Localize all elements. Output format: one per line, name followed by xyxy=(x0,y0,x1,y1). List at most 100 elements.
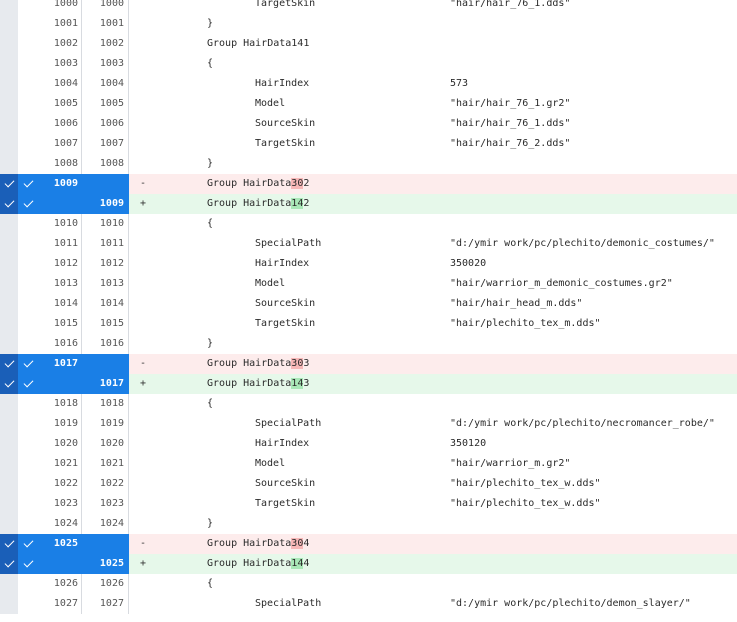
old-line-number: 1013 xyxy=(53,278,78,289)
code-text: SpecialPath xyxy=(255,598,322,609)
checkmark-icon xyxy=(4,557,14,568)
code-text: SourceSkin xyxy=(255,298,316,309)
row-select-gutter[interactable] xyxy=(0,554,18,574)
code-text-unchanged: Group HairData xyxy=(207,538,292,549)
gutter-divider xyxy=(128,354,129,374)
diff-row-context: 1018 1018 { xyxy=(0,394,737,414)
old-line-number: 1022 xyxy=(53,478,78,489)
line-check-toggle[interactable] xyxy=(18,174,38,194)
code-text: HairIndex xyxy=(255,258,310,269)
old-line-number: 1026 xyxy=(53,578,78,589)
gutter-divider xyxy=(81,574,82,594)
code-text: Group HairData143 xyxy=(207,374,309,394)
line-check-toggle[interactable] xyxy=(18,534,38,554)
code-text-unchanged: 3 xyxy=(303,358,310,369)
diff-row-added[interactable]: 1009 + Group HairData142 xyxy=(0,194,737,214)
gutter-divider xyxy=(128,514,129,534)
code-text: Group HairData304 xyxy=(207,534,309,554)
diff-row-context: 1015 1015 TargetSkin "hair/plechito_tex_m.d… xyxy=(0,314,737,334)
row-select-gutter xyxy=(0,414,18,434)
row-select-gutter xyxy=(0,254,18,274)
gutter-divider xyxy=(81,114,82,134)
new-line-number: 1007 xyxy=(99,138,124,149)
code-text-changed: 30 xyxy=(291,358,304,369)
diff-row-added[interactable]: 1017 + Group HairData143 xyxy=(0,374,737,394)
gutter-divider xyxy=(81,334,82,354)
diff-row-deleted[interactable]: 1025 - Group HairData304 xyxy=(0,534,737,554)
new-line-number xyxy=(84,174,124,194)
diff-row-context: 1002 1002 Group HairData141 xyxy=(0,34,737,54)
diff-row-context: 1001 1001} xyxy=(0,14,737,34)
row-select-gutter xyxy=(0,594,18,614)
checkmark-icon xyxy=(4,177,14,188)
new-line-number: 1014 xyxy=(99,298,124,309)
row-select-gutter xyxy=(0,34,18,54)
deletion-marker: - xyxy=(140,178,147,189)
row-select-gutter[interactable] xyxy=(0,534,18,554)
gutter-divider xyxy=(128,434,129,454)
code-text: { xyxy=(207,218,214,229)
row-select-gutter[interactable] xyxy=(0,354,18,374)
diff-row-context: 1000 1000 TargetSkin "hair/hair_76_1.dds" xyxy=(0,0,737,14)
gutter-divider xyxy=(128,594,129,614)
line-check-toggle[interactable] xyxy=(18,194,38,214)
checkmark-icon xyxy=(23,377,33,388)
code-text: } xyxy=(207,518,214,529)
old-line-number: 1019 xyxy=(53,418,78,429)
line-check-toggle[interactable] xyxy=(18,554,38,574)
new-line-number: 1024 xyxy=(99,518,124,529)
diff-row-context: 1024 1024} xyxy=(0,514,737,534)
row-select-gutter xyxy=(0,574,18,594)
code-text: } xyxy=(207,338,214,349)
code-text: { xyxy=(207,398,214,409)
checkmark-icon xyxy=(4,377,14,388)
gutter-divider xyxy=(81,74,82,94)
gutter-divider xyxy=(81,514,82,534)
line-check-toggle[interactable] xyxy=(18,374,38,394)
code-text: SpecialPath xyxy=(255,418,322,429)
deletion-marker: - xyxy=(140,538,147,549)
diff-row-deleted[interactable]: 1009 - Group HairData302 xyxy=(0,174,737,194)
row-select-gutter[interactable] xyxy=(0,374,18,394)
diff-row-context: 1020 1020 HairIndex 350120 xyxy=(0,434,737,454)
gutter-divider xyxy=(81,0,82,14)
diff-row-added[interactable]: 1025 + Group HairData144 xyxy=(0,554,737,574)
row-select-gutter[interactable] xyxy=(0,174,18,194)
property-value: "hair/hair_76_1.gr2" xyxy=(450,98,571,109)
code-text: Group HairData141 xyxy=(207,38,310,49)
new-line-number: 1022 xyxy=(99,478,124,489)
row-select-gutter xyxy=(0,74,18,94)
row-select-gutter xyxy=(0,154,18,174)
row-select-gutter xyxy=(0,54,18,74)
diff-row-context: 1019 1019 SpecialPath "d:/ymir work/pc/plec… xyxy=(0,414,737,434)
gutter-divider xyxy=(128,294,129,314)
gutter-divider xyxy=(81,594,82,614)
diff-row-deleted[interactable]: 1017 - Group HairData303 xyxy=(0,354,737,374)
new-line-number: 1015 xyxy=(99,318,124,329)
row-select-gutter xyxy=(0,314,18,334)
new-line-number: 1023 xyxy=(99,498,124,509)
new-line-number: 1010 xyxy=(99,218,124,229)
new-line-number: 1011 xyxy=(99,238,124,249)
row-select-gutter[interactable] xyxy=(0,194,18,214)
new-line-number xyxy=(84,534,124,554)
code-text-changed: 30 xyxy=(291,178,304,189)
property-value: "hair/plechito_tex_m.dds" xyxy=(450,318,601,329)
diff-row-context: 1013 1013 Model "hair/warrior_m_demonic_cos… xyxy=(0,274,737,294)
diff-row-context: 1021 1021 Model "hair/warrior_m.gr2" xyxy=(0,454,737,474)
row-select-gutter xyxy=(0,94,18,114)
gutter-divider xyxy=(81,54,82,74)
new-line-number: 1009 xyxy=(99,198,124,209)
gutter-divider xyxy=(128,394,129,414)
line-check-toggle[interactable] xyxy=(18,354,38,374)
old-line-number: 1017 xyxy=(53,358,78,369)
gutter-divider xyxy=(128,154,129,174)
row-select-gutter xyxy=(0,454,18,474)
code-text-unchanged: Group HairData xyxy=(207,178,292,189)
row-select-gutter xyxy=(0,474,18,494)
code-text-changed: 14 xyxy=(291,378,304,389)
code-text-unchanged: Group HairData xyxy=(207,378,292,389)
new-line-number: 1005 xyxy=(99,98,124,109)
new-line-number: 1001 xyxy=(99,18,124,29)
old-line-number: 1023 xyxy=(53,498,78,509)
